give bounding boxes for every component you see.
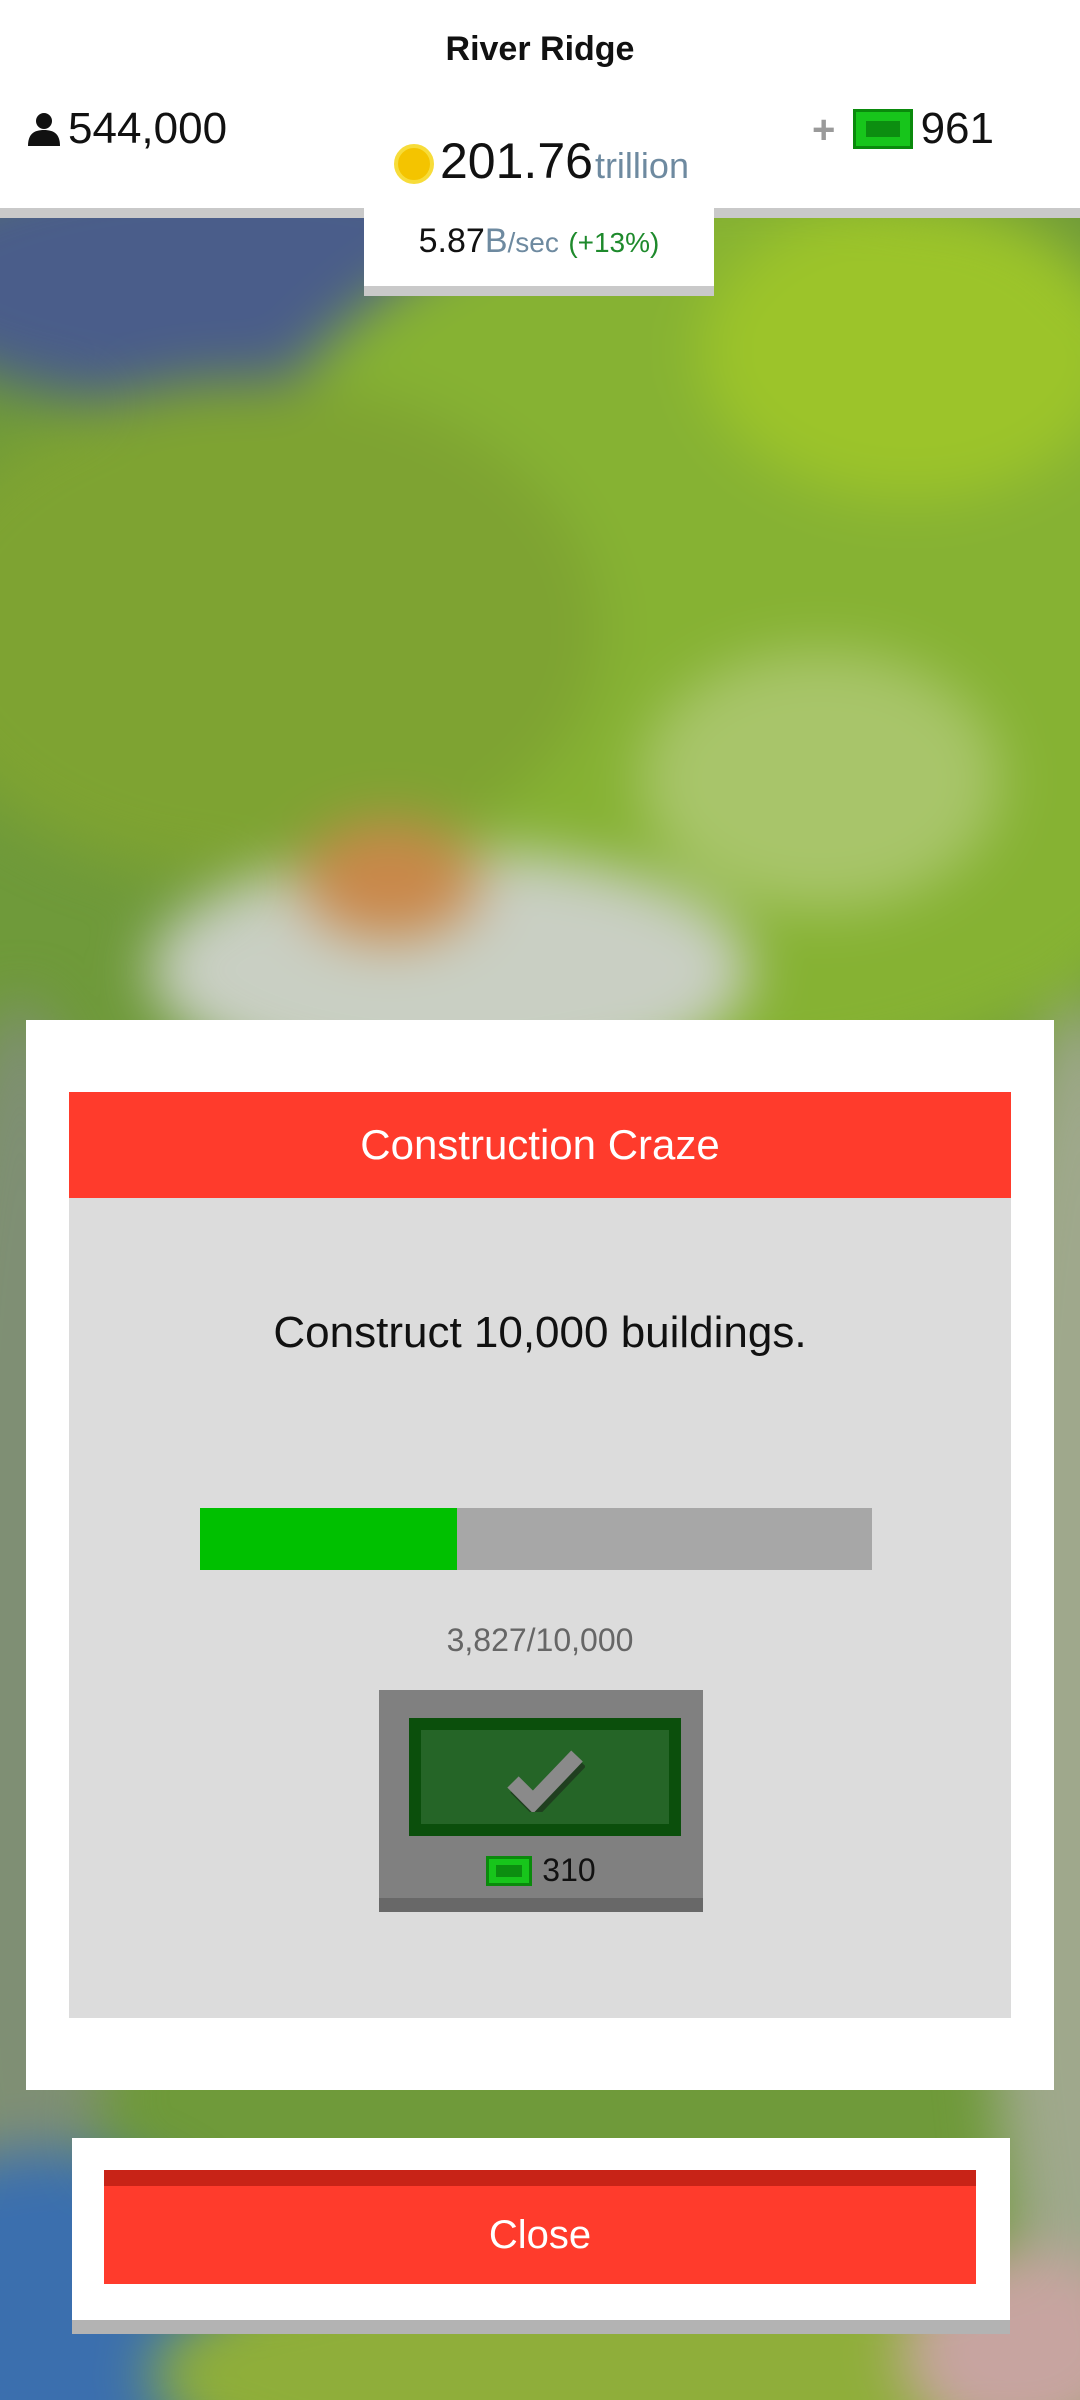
rate-value: 5.87 <box>418 222 485 260</box>
city-name: River Ridge <box>445 30 635 68</box>
achievement-description: Construct 10,000 buildings. <box>273 1308 807 1357</box>
population-display: 544,000 <box>26 104 227 154</box>
rate-unit: B <box>484 222 508 260</box>
cash-value: 961 <box>920 104 994 153</box>
claim-button-inner <box>421 1730 669 1824</box>
person-icon <box>28 113 60 146</box>
progress-text: 3,827/10,000 <box>446 1622 634 1658</box>
reward-cost-value: 310 <box>542 1852 596 1888</box>
money-panel: 201.76 trillion 5.87B/sec (+13%) <box>364 118 714 296</box>
achievement-title: Construction Craze <box>69 1092 1011 1198</box>
rate-bonus: (+13%) <box>568 227 660 258</box>
money-value: 201.76 <box>440 133 593 189</box>
cash-bill-icon <box>486 1855 533 1886</box>
claim-button-face <box>409 1718 681 1836</box>
cash-bill-icon <box>852 109 913 149</box>
coin-icon <box>394 144 434 184</box>
achievement-body: Construct 10,000 buildings. 3,827/10,000… <box>69 1198 1011 2018</box>
close-button[interactable]: Close <box>104 2170 976 2284</box>
population-value: 544,000 <box>68 104 228 153</box>
progress-bar-fill <box>200 1508 458 1570</box>
buy-cash-button[interactable]: + <box>812 108 835 153</box>
achievement-dialog: Construction Craze Construct 10,000 buil… <box>26 1020 1054 2090</box>
claim-reward-button[interactable]: 310 <box>379 1690 703 1912</box>
money-unit: trillion <box>594 145 689 186</box>
checkmark-icon <box>507 1750 585 1812</box>
progress-bar <box>200 1508 872 1570</box>
close-button-container: Close <box>72 2138 1010 2334</box>
income-rate: 5.87B/sec (+13%) <box>364 222 714 261</box>
rate-per: /sec <box>507 227 559 258</box>
cash-display[interactable]: 961 <box>852 104 994 154</box>
reward-cost: 310 <box>379 1852 703 1889</box>
